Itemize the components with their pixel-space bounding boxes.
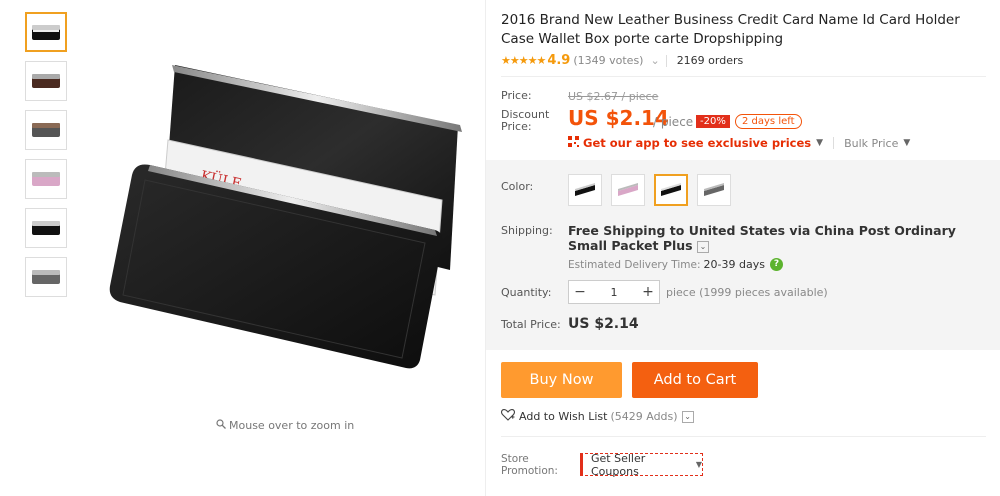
magnifier-icon [216, 419, 226, 432]
options-section [486, 160, 1000, 350]
add-to-cart-button[interactable]: Add to Cart [632, 362, 758, 398]
quantity-input[interactable]: 1 [591, 286, 637, 299]
product-title: 2016 Brand New Leather Business Credit C… [501, 12, 960, 47]
eta-days: 20-39 days [703, 258, 765, 271]
original-price: US $2.67 / piece [568, 90, 659, 103]
rating-votes[interactable]: (1349 votes) [573, 54, 643, 67]
eta-label: Estimated Delivery Time: [568, 258, 701, 271]
caret-down-icon[interactable]: ▼ [903, 138, 910, 148]
store-label-line2: Promotion: [501, 465, 558, 477]
thumbnail-6[interactable] [25, 257, 67, 297]
rating-score: 4.9 [547, 53, 571, 68]
discount-badge: -20% [696, 115, 730, 128]
product-info-panel: 2016 Brand New Leather Business Credit C… [485, 0, 1000, 496]
discount-price-label: Discount Price: [501, 109, 549, 133]
price-label: Price: [501, 89, 532, 102]
color-swatch-black-silver[interactable] [568, 174, 602, 206]
bulk-price-link[interactable]: Bulk Price [844, 137, 898, 150]
thumbnail-list [25, 12, 67, 306]
zoom-hint: Mouse over to zoom in [216, 419, 354, 432]
divider [665, 54, 667, 67]
order-count: 2169 orders [676, 54, 744, 67]
chevron-down-icon[interactable]: ⌄ [650, 54, 659, 67]
total-price: US $2.14 [568, 316, 639, 332]
days-left-badge: 2 days left [735, 114, 802, 129]
shipping-label: Shipping: [501, 224, 553, 237]
increment-button[interactable]: + [637, 284, 659, 300]
star-rating-icon: ★★★★★ [501, 54, 546, 67]
shipping-method-text: Free Shipping to United States via China… [568, 223, 956, 253]
wishlist-label: Add to Wish List [519, 410, 608, 423]
divider [501, 436, 986, 437]
thumbnail-3[interactable] [25, 110, 67, 150]
caret-down-icon: ▼ [695, 460, 702, 469]
quantity-label: Quantity: [501, 286, 552, 299]
color-label: Color: [501, 180, 534, 193]
total-price-label: Total Price: [501, 318, 561, 331]
qr-code-icon [568, 136, 579, 150]
divider [501, 76, 986, 77]
shipping-method[interactable]: Free Shipping to United States via China… [568, 223, 998, 253]
thumbnail-5[interactable] [25, 208, 67, 248]
quantity-stepper: − 1 + [568, 280, 660, 304]
color-swatch-pink[interactable] [611, 174, 645, 206]
buy-now-button[interactable]: Buy Now [501, 362, 622, 398]
caret-down-icon[interactable]: ▼ [816, 138, 823, 148]
coupon-label: Get Seller Coupons [591, 451, 646, 478]
price-unit: / piece [653, 115, 694, 129]
chevron-down-icon[interactable]: ⌄ [696, 240, 709, 253]
store-promotion-label: Store Promotion: [501, 453, 558, 477]
discount-label-line2: Price: [501, 120, 532, 133]
color-swatch-black[interactable] [654, 174, 688, 206]
help-icon[interactable]: ? [769, 258, 783, 271]
decrement-button[interactable]: − [569, 284, 591, 300]
rating-summary: ★★★★★ 4.9 (1349 votes) ⌄ 2169 orders [501, 53, 743, 68]
chevron-down-icon[interactable]: ⌄ [681, 410, 694, 423]
app-promo: Get our app to see exclusive prices ▼ Bu… [568, 136, 910, 150]
zoom-hint-text: Mouse over to zoom in [229, 419, 355, 432]
seller-coupons-dropdown[interactable]: Get Seller Coupons ▼ [580, 451, 703, 478]
divider [833, 137, 835, 149]
app-promo-link[interactable]: Get our app to see exclusive prices [583, 136, 811, 150]
wishlist-adds: (5429 Adds) [610, 410, 678, 423]
thumbnail-4[interactable] [25, 159, 67, 199]
thumbnail-2[interactable] [25, 61, 67, 101]
wishlist-link[interactable]: Add to Wish List (5429 Adds) ⌄ [500, 409, 694, 424]
thumbnail-1[interactable] [25, 12, 67, 52]
heart-plus-icon [500, 409, 516, 424]
product-main-image[interactable]: KÜLE 储成虎 [90, 40, 470, 380]
color-swatch-grey[interactable] [697, 174, 731, 206]
delivery-estimate: Estimated Delivery Time: 20-39 days ? [568, 258, 783, 271]
availability-text: piece (1999 pieces available) [666, 286, 828, 299]
store-label-line1: Store [501, 453, 529, 465]
color-swatches [568, 174, 731, 206]
